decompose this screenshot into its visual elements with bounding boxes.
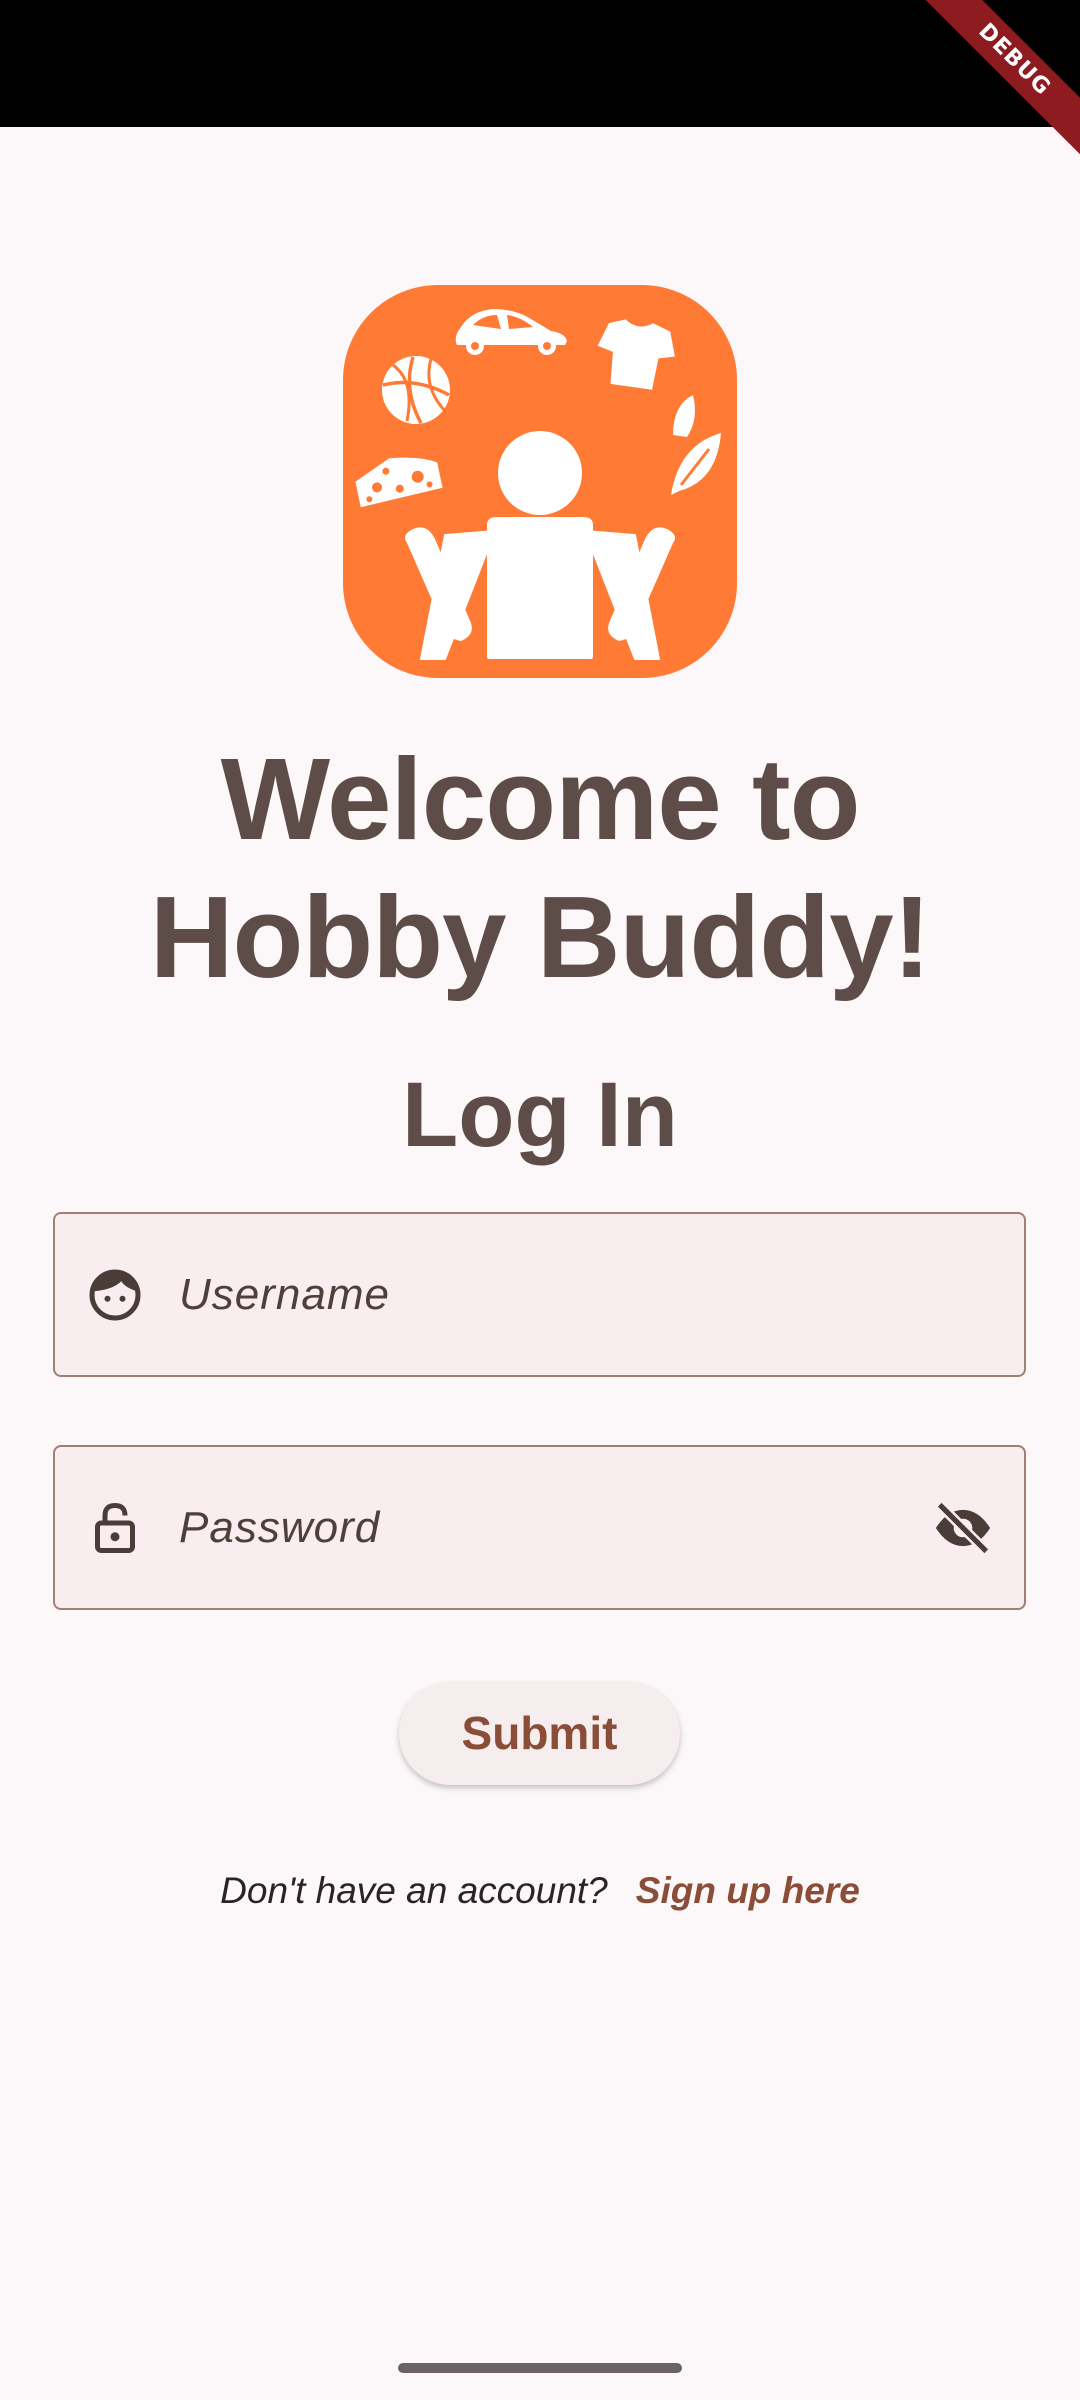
welcome-title-line-2: Hobby Buddy! xyxy=(149,872,932,1002)
welcome-title: Welcome to Hobby Buddy! xyxy=(0,730,1080,1006)
welcome-title-line-1: Welcome to xyxy=(220,734,861,864)
password-field[interactable] xyxy=(53,1445,1026,1610)
login-heading: Log In xyxy=(402,1064,678,1166)
face-icon xyxy=(89,1269,141,1320)
app-logo xyxy=(343,285,737,678)
signup-row: Don't have an account? Sign up here xyxy=(0,1866,1080,1916)
tshirt-icon xyxy=(597,319,675,390)
password-input[interactable] xyxy=(179,1447,919,1608)
cheese-icon xyxy=(355,457,443,508)
username-input[interactable] xyxy=(179,1214,919,1375)
visibility-off-icon[interactable] xyxy=(932,1497,994,1559)
status-bar xyxy=(0,0,1080,127)
car-icon xyxy=(455,309,567,355)
lock-open-icon xyxy=(95,1502,135,1553)
basketball-icon xyxy=(382,356,450,424)
leaf-icon xyxy=(671,395,721,495)
submit-button[interactable]: Submit xyxy=(399,1682,680,1785)
person-icon xyxy=(405,431,675,660)
signup-link[interactable]: Sign up here xyxy=(636,1870,860,1911)
home-indicator[interactable] xyxy=(398,2363,682,2373)
signup-prompt: Don't have an account? xyxy=(220,1870,608,1911)
username-field[interactable] xyxy=(53,1212,1026,1377)
juggler-illustration-icon xyxy=(355,309,721,660)
